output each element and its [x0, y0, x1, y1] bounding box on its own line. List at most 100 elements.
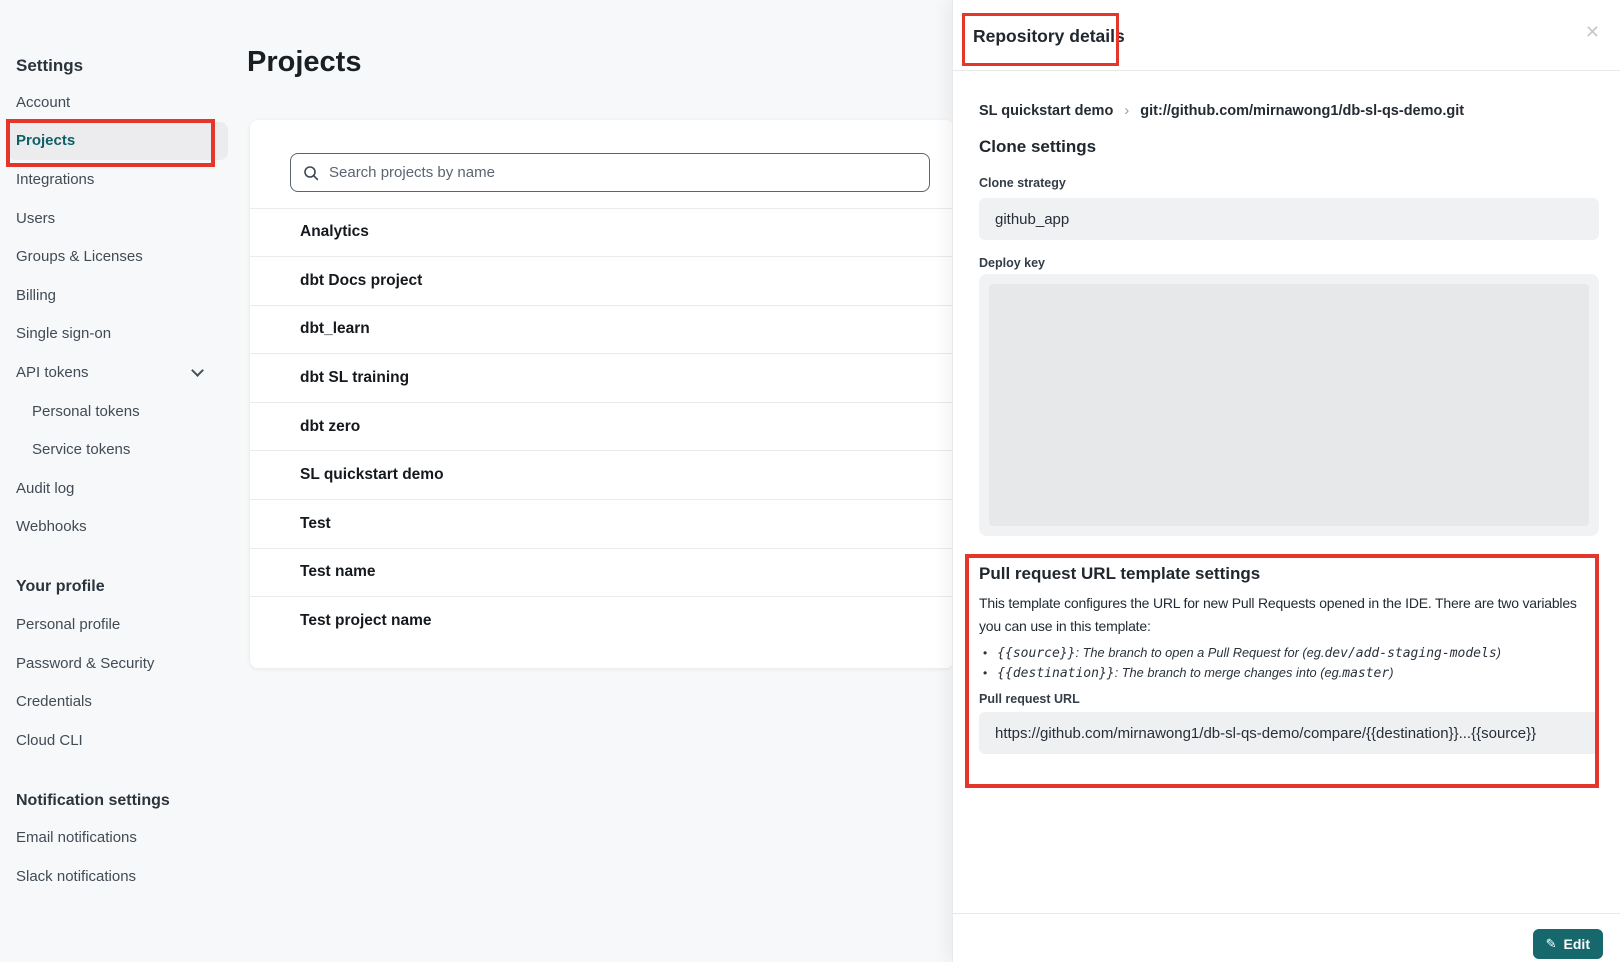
repository-details-panel: Repository details ✕ SL quickstart demo …: [952, 0, 1620, 962]
sidebar-item-label: Audit log: [16, 480, 74, 497]
sidebar-item-email-notifications[interactable]: Email notifications: [16, 819, 240, 858]
sidebar-item-webhooks[interactable]: Webhooks: [16, 508, 240, 547]
sidebar-item-label: Personal tokens: [32, 403, 140, 420]
project-row-dbt-zero[interactable]: dbt zero: [250, 402, 954, 451]
pull-request-url-field: https://github.com/mirnawong1/db-sl-qs-d…: [979, 712, 1599, 754]
pull-request-url-label: Pull request URL: [979, 692, 1080, 706]
project-name: dbt_learn: [300, 320, 370, 338]
pencil-icon: ✎: [1546, 936, 1557, 952]
sidebar-title: Settings: [16, 49, 240, 83]
project-list: Analytics dbt Docs project dbt_learn dbt…: [250, 208, 954, 645]
sidebar-item-label: Webhooks: [16, 518, 87, 535]
sidebar-item-slack-notifications[interactable]: Slack notifications: [16, 857, 240, 896]
pr-template-description: This template configures the URL for new…: [979, 592, 1595, 638]
project-row-sl-quickstart-demo[interactable]: SL quickstart demo: [250, 450, 954, 499]
panel-title: Repository details: [973, 26, 1125, 47]
sidebar-item-projects[interactable]: Projects: [8, 122, 228, 161]
sidebar-item-integrations[interactable]: Integrations: [16, 160, 240, 199]
variable-text: : The branch to merge changes into (eg.: [1115, 663, 1343, 682]
sidebar-item-audit-log[interactable]: Audit log: [16, 469, 240, 508]
project-row-dbt-docs-project[interactable]: dbt Docs project: [250, 256, 954, 305]
breadcrumb: SL quickstart demo › git://github.com/mi…: [979, 102, 1464, 119]
sidebar-item-account[interactable]: Account: [16, 83, 240, 122]
project-row-dbt-sl-training[interactable]: dbt SL training: [250, 353, 954, 402]
sidebar-item-label: Personal profile: [16, 616, 120, 633]
app-root: Settings Account Projects Integrations U…: [0, 0, 1620, 962]
sidebar-item-api-tokens[interactable]: API tokens: [16, 353, 240, 392]
variable-example: master: [1342, 664, 1389, 683]
sidebar-item-single-sign-on[interactable]: Single sign-on: [16, 315, 240, 354]
variable-suffix: ): [1497, 643, 1501, 662]
sidebar-item-label: Users: [16, 210, 55, 227]
sidebar-item-label: API tokens: [16, 364, 89, 381]
sidebar-item-label: Credentials: [16, 693, 92, 710]
deploy-key-redacted-value: [989, 284, 1589, 526]
sidebar-section-notification-settings: Notification settings: [16, 783, 240, 819]
project-name: Test: [300, 515, 331, 533]
breadcrumb-repo-url: git://github.com/mirnawong1/db-sl-qs-dem…: [1140, 103, 1464, 119]
sidebar-item-label: Billing: [16, 287, 56, 304]
clone-strategy-label: Clone strategy: [979, 176, 1066, 190]
clone-settings-heading: Clone settings: [979, 137, 1096, 157]
project-row-test[interactable]: Test: [250, 499, 954, 548]
sidebar-item-label: Single sign-on: [16, 325, 111, 342]
pr-variable-source: {{source}}: The branch to open a Pull Re…: [983, 643, 1593, 663]
panel-header: Repository details ✕: [953, 0, 1620, 71]
pr-template-variables: {{source}}: The branch to open a Pull Re…: [983, 643, 1593, 683]
project-name: Analytics: [300, 223, 369, 241]
sidebar-item-label: Email notifications: [16, 829, 137, 846]
variable-code: {{destination}}: [997, 664, 1114, 683]
sidebar-item-groups-licenses[interactable]: Groups & Licenses: [16, 237, 240, 276]
variable-suffix: ): [1389, 663, 1393, 682]
edit-button-label: Edit: [1564, 936, 1590, 952]
sidebar-section-your-profile: Your profile: [16, 569, 240, 605]
project-name: SL quickstart demo: [300, 466, 444, 484]
panel-footer: ✎ Edit: [953, 913, 1620, 962]
breadcrumb-project[interactable]: SL quickstart demo: [979, 103, 1113, 119]
clone-strategy-field: github_app: [979, 198, 1599, 240]
pr-template-heading: Pull request URL template settings: [979, 564, 1260, 584]
project-search-box: [290, 153, 930, 192]
project-row-test-project-name[interactable]: Test project name: [250, 596, 954, 645]
chevron-down-icon: [191, 364, 204, 377]
pr-variable-destination: {{destination}}: The branch to merge cha…: [983, 663, 1593, 683]
sidebar-item-password-security[interactable]: Password & Security: [16, 644, 240, 683]
close-icon[interactable]: ✕: [1585, 23, 1600, 41]
sidebar-item-label: Account: [16, 94, 70, 111]
deploy-key-field: [979, 274, 1599, 536]
sidebar-item-personal-tokens[interactable]: Personal tokens: [16, 392, 240, 431]
pull-request-url-value: https://github.com/mirnawong1/db-sl-qs-d…: [995, 725, 1536, 742]
project-row-test-name[interactable]: Test name: [250, 548, 954, 597]
project-row-dbt-learn[interactable]: dbt_learn: [250, 305, 954, 354]
project-name: dbt Docs project: [300, 272, 422, 290]
sidebar-item-credentials[interactable]: Credentials: [16, 682, 240, 721]
sidebar-item-label: Projects: [16, 132, 75, 149]
sidebar-item-label: Integrations: [16, 171, 94, 188]
projects-card: Analytics dbt Docs project dbt_learn dbt…: [250, 120, 954, 668]
settings-sidebar: Settings Account Projects Integrations U…: [0, 0, 240, 962]
sidebar-item-personal-profile[interactable]: Personal profile: [16, 605, 240, 644]
sidebar-item-label: Slack notifications: [16, 868, 136, 885]
deploy-key-label: Deploy key: [979, 256, 1045, 270]
project-name: dbt zero: [300, 418, 360, 436]
variable-code: {{source}}: [997, 644, 1075, 663]
project-name: dbt SL training: [300, 369, 409, 387]
edit-button[interactable]: ✎ Edit: [1533, 929, 1603, 959]
clone-strategy-value: github_app: [995, 211, 1069, 228]
breadcrumb-separator-icon: ›: [1124, 102, 1129, 119]
sidebar-item-billing[interactable]: Billing: [16, 276, 240, 315]
sidebar-item-label: Groups & Licenses: [16, 248, 143, 265]
variable-text: : The branch to open a Pull Request for …: [1075, 643, 1324, 662]
project-name: Test name: [300, 563, 376, 581]
sidebar-item-service-tokens[interactable]: Service tokens: [16, 430, 240, 469]
page-title: Projects: [247, 46, 361, 79]
sidebar-item-label: Password & Security: [16, 655, 154, 672]
project-row-analytics[interactable]: Analytics: [250, 208, 954, 257]
search-icon: [303, 165, 319, 181]
variable-example: dev/add-staging-models: [1324, 644, 1496, 663]
sidebar-item-cloud-cli[interactable]: Cloud CLI: [16, 721, 240, 760]
sidebar-item-users[interactable]: Users: [16, 199, 240, 238]
search-input[interactable]: [329, 164, 917, 181]
sidebar-item-label: Cloud CLI: [16, 732, 83, 749]
project-name: Test project name: [300, 612, 432, 630]
